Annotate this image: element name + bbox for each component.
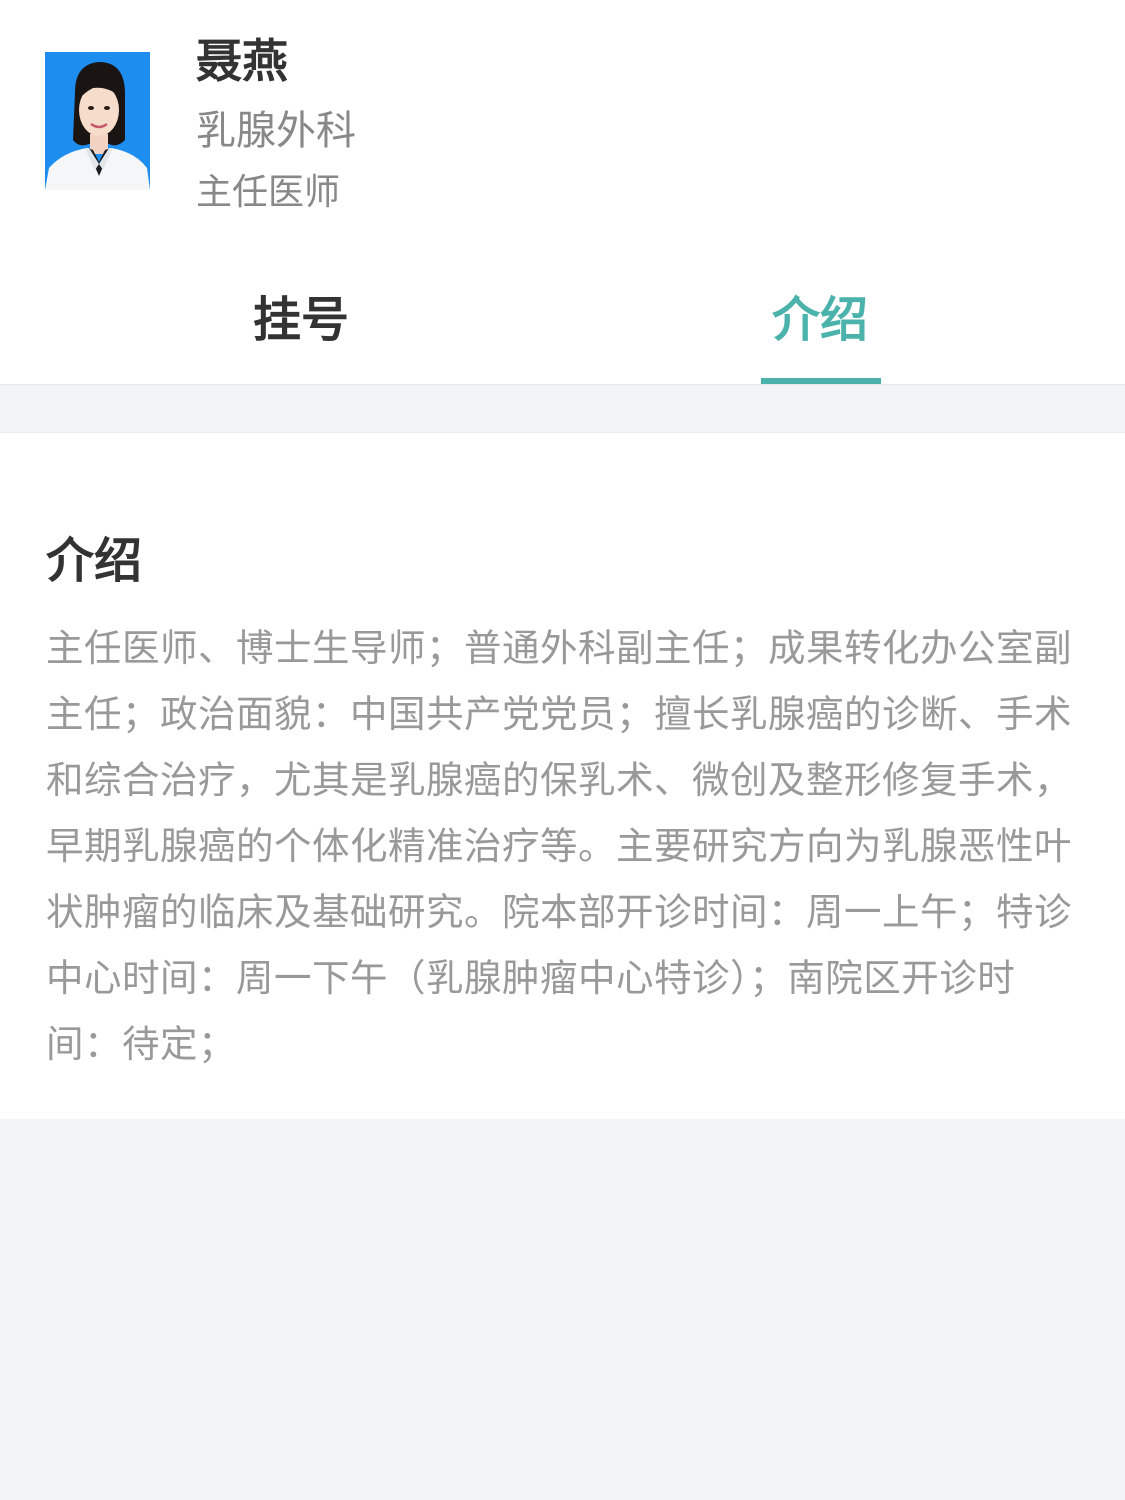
doctor-title: 主任医师 xyxy=(196,172,341,213)
doctor-department: 乳腺外科 xyxy=(196,108,356,154)
doctor-profile-header: 聂燕 乳腺外科 主任医师 xyxy=(0,0,1125,250)
active-tab-indicator xyxy=(761,378,881,384)
doctor-name: 聂燕 xyxy=(196,34,288,88)
introduction-heading: 介绍 xyxy=(46,533,143,589)
tab-bar: 挂号 介绍 xyxy=(0,250,1125,385)
tab-register-label: 挂号 xyxy=(252,292,349,348)
tab-introduction[interactable]: 介绍 xyxy=(539,250,1101,384)
doctor-avatar xyxy=(45,52,150,190)
tab-register[interactable]: 挂号 xyxy=(20,250,582,384)
tab-introduction-label: 介绍 xyxy=(771,292,868,348)
introduction-text: 主任医师、博士生导师；普通外科副主任；成果转化办公室副主任；政治面貌：中国共产党… xyxy=(46,626,1072,1066)
introduction-panel: 介绍 主任医师、博士生导师；普通外科副主任；成果转化办公室副主任；政治面貌：中国… xyxy=(0,432,1125,1119)
